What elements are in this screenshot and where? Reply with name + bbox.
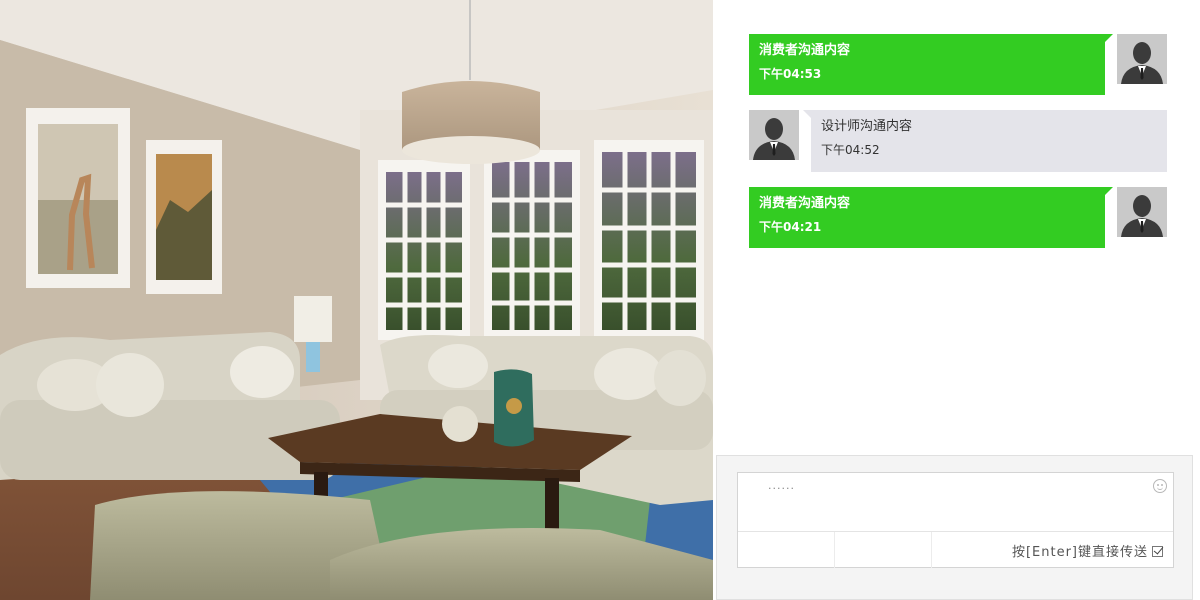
living-room-image [0, 0, 713, 600]
message-bubble[interactable]: 设计师沟通内容 下午04:52 [803, 110, 1167, 172]
room-photo [0, 0, 713, 600]
toolbar-divider [931, 532, 932, 568]
windows [378, 140, 704, 340]
left-sofa [0, 332, 340, 480]
message-text: 消费者沟通内容 [759, 43, 851, 58]
message-input-text: ...... [768, 479, 795, 492]
designer-avatar[interactable] [749, 110, 799, 160]
message-time: 下午04:53 [759, 67, 822, 81]
consumer-avatar[interactable] [1117, 187, 1167, 237]
person-icon [753, 118, 795, 160]
chat-window: 消费者沟通内容 下午04:53 设计师沟通内容 下午04:52 消费者沟通内容 … [0, 0, 1200, 600]
person-icon [1121, 195, 1163, 237]
enter-to-send-toggle[interactable]: 按[Enter]键直接传送 [1012, 541, 1163, 560]
smiley-icon[interactable] [1153, 479, 1167, 493]
person-icon [1121, 42, 1163, 84]
consumer-avatar[interactable] [1117, 34, 1167, 84]
message-composer: ...... 按[Enter]键直接传送 [716, 455, 1193, 600]
enter-to-send-label: 按[Enter]键直接传送 [1011, 545, 1148, 560]
message-bubble[interactable]: 消费者沟通内容 下午04:53 [749, 34, 1113, 95]
message-input[interactable]: ...... 按[Enter]键直接传送 [737, 472, 1174, 568]
message-text: 消费者沟通内容 [759, 196, 851, 211]
checkbox-checked-icon[interactable] [1152, 546, 1163, 557]
message-text: 设计师沟通内容 [821, 119, 913, 134]
toolbar-divider [834, 532, 835, 568]
composer-toolbar: 按[Enter]键直接传送 [738, 531, 1173, 568]
message-time: 下午04:21 [759, 220, 822, 234]
message-time: 下午04:52 [821, 143, 880, 157]
message-bubble[interactable]: 消费者沟通内容 下午04:21 [749, 187, 1113, 248]
